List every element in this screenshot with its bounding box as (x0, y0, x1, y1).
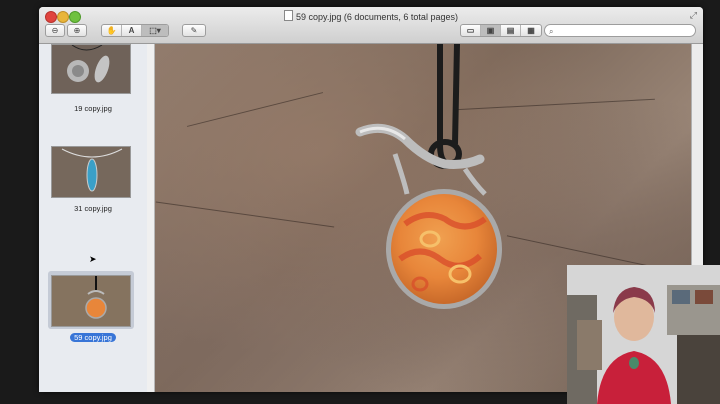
rect-select-tool-button[interactable]: ⬚▾ (142, 25, 168, 36)
tool-segmented-control: ✋ A ⬚▾ (101, 24, 169, 37)
thumbnail-19-label: 19 copy.jpg (74, 104, 112, 113)
thumbnail-59[interactable] (51, 275, 131, 327)
annotate-button[interactable]: ✎ (182, 24, 206, 37)
search-icon: ⌕ (549, 27, 554, 36)
view-toc-button[interactable]: ▤ (501, 25, 521, 36)
window-title: 59 copy.jpg (6 documents, 6 total pages) (296, 12, 458, 22)
mouse-cursor-icon: ➤ (89, 254, 97, 264)
zoom-in-button[interactable]: ⊕ (67, 24, 87, 37)
zoom-out-button[interactable]: ⊖ (45, 24, 65, 37)
thumbnail-31-image (52, 147, 130, 197)
thumbnail-sidebar: 19 copy.jpg 31 copy.jpg ➤ 59 copy.jpg (39, 44, 148, 392)
view-thumbnails-button[interactable]: ▣ (481, 25, 501, 36)
thumbnail-19-image (52, 44, 130, 93)
text-select-tool-button[interactable]: A (122, 25, 142, 36)
rect-select-icon: ⬚▾ (149, 26, 161, 35)
thumbnail-31-label: 31 copy.jpg (74, 204, 112, 213)
view-content-only-button[interactable]: ▭ (461, 25, 481, 36)
webcam-overlay (567, 265, 720, 404)
thumbnail-59-label: 59 copy.jpg (39, 333, 147, 342)
presenter-video (567, 265, 720, 404)
document-icon (284, 10, 294, 21)
titlebar: 59 copy.jpg (6 documents, 6 total pages)… (39, 7, 703, 44)
hand-icon: ✋ (106, 26, 117, 35)
selected-thumbnail-label: 59 copy.jpg (70, 333, 116, 342)
hand-tool-button[interactable]: ✋ (102, 25, 122, 36)
thumbnail-31[interactable] (51, 146, 131, 198)
sidebar-splitter[interactable] (147, 44, 155, 392)
content-only-icon: ▭ (466, 26, 475, 35)
table-of-contents-icon: ▤ (506, 26, 515, 35)
fullscreen-icon[interactable]: ⤢ (690, 10, 697, 21)
pencil-icon: ✎ (190, 26, 198, 35)
zoom-in-icon: ⊕ (73, 26, 81, 35)
view-contact-sheet-button[interactable]: ▦ (521, 25, 541, 36)
thumbnail-59-image (52, 276, 130, 326)
contact-sheet-icon: ▦ (527, 26, 535, 35)
text-select-icon: A (128, 26, 135, 35)
window-title-container: 59 copy.jpg (6 documents, 6 total pages) (39, 10, 703, 22)
view-mode-control: ▭ ▣ ▤ ▦ (460, 24, 542, 37)
thumbnails-icon: ▣ (486, 26, 495, 35)
thumbnail-19[interactable] (51, 44, 131, 94)
zoom-out-icon: ⊖ (51, 26, 59, 35)
search-field[interactable]: ⌕ (544, 24, 696, 37)
